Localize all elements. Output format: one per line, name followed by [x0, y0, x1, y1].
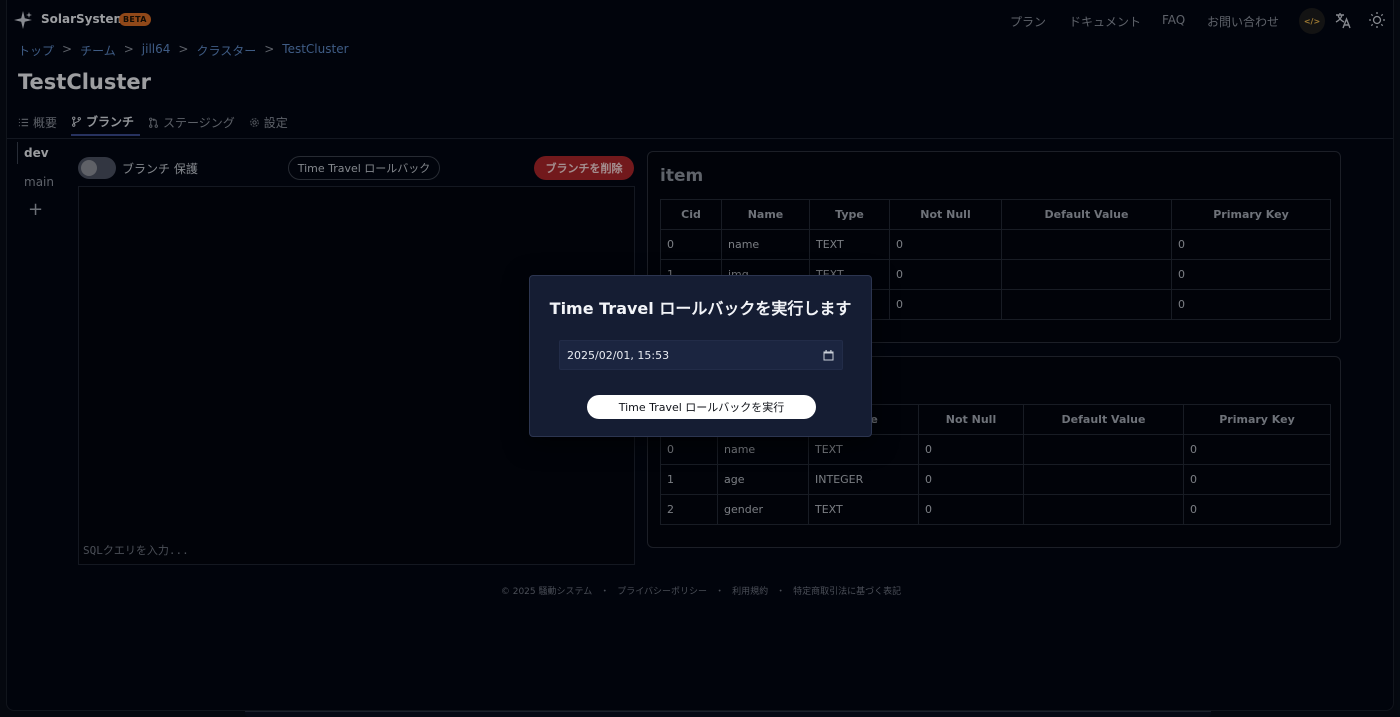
- datetime-input[interactable]: 2025/02/01, 15:53: [559, 340, 843, 370]
- confirm-rollback-button[interactable]: Time Travel ロールバックを実行: [587, 395, 816, 419]
- datetime-value: 2025/02/01, 15:53: [567, 348, 670, 362]
- dialog-title: Time Travel ロールバックを実行します: [549, 299, 852, 318]
- time-travel-dialog: Time Travel ロールバックを実行します 2025/02/01, 15:…: [529, 275, 872, 437]
- calendar-icon[interactable]: [823, 350, 834, 361]
